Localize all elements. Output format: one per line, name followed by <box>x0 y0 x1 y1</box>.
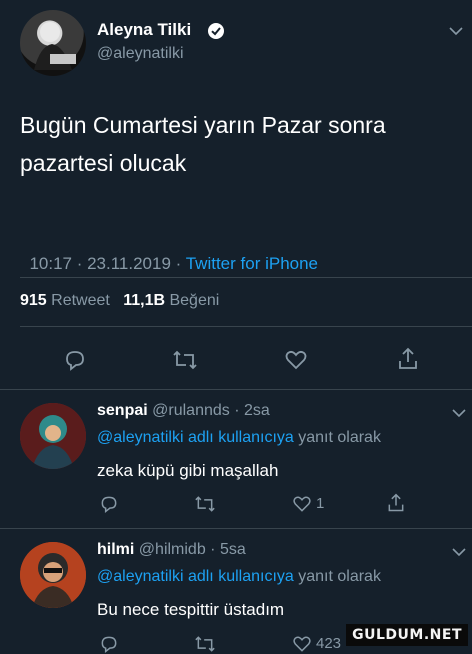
retweet-icon[interactable] <box>194 634 216 654</box>
site-watermark: GULDUM.NET <box>346 624 468 646</box>
reply-like-count[interactable]: 1 <box>316 495 324 512</box>
reply-to-mention[interactable]: @aleynatilki adlı kullanıcıya <box>97 568 294 585</box>
reply-text: Bu nece tespittir üstadım <box>97 600 285 619</box>
author-display-name[interactable]: Aleyna Tilki <box>97 20 191 40</box>
reply-icon[interactable] <box>63 348 87 372</box>
reply-icon[interactable] <box>99 494 119 514</box>
reply-to-suffix: yanıt olarak <box>298 568 381 585</box>
tweet-timestamp-row: 10:17 · 23.11.2019 · Twitter for iPhone <box>20 234 318 274</box>
reply-icon[interactable] <box>99 634 119 654</box>
reply-meta[interactable]: @hilmidb · 5sa <box>139 541 246 558</box>
tweet-timestamp[interactable]: 10:17 · 23.11.2019 · <box>29 254 185 273</box>
reply-display-name[interactable]: senpai <box>97 402 148 419</box>
tweet-text-line-2: pazartesi olucak <box>20 150 187 176</box>
author-handle[interactable]: @aleynatilki <box>97 45 184 63</box>
share-icon[interactable] <box>386 492 406 514</box>
retweet-icon[interactable] <box>194 494 216 514</box>
retweet-icon[interactable] <box>172 348 198 372</box>
retweet-count[interactable]: 915 <box>20 292 47 309</box>
like-icon[interactable] <box>284 348 308 372</box>
chevron-down-icon[interactable] <box>449 26 463 36</box>
divider <box>0 528 472 529</box>
like-label[interactable]: Beğeni <box>169 292 219 309</box>
chevron-down-icon[interactable] <box>452 547 466 557</box>
like-icon[interactable] <box>292 494 312 514</box>
reply-to-line: @aleynatilki adlı kullanıcıya yanıt olar… <box>97 568 381 586</box>
reply-header: hilmi @hilmidb · 5sa <box>97 541 246 559</box>
tweet-source-link[interactable]: Twitter for iPhone <box>186 254 318 273</box>
chevron-down-icon[interactable] <box>452 408 466 418</box>
like-count[interactable]: 11,1B <box>123 292 165 309</box>
divider <box>20 277 472 278</box>
reply-to-line: @aleynatilki adlı kullanıcıya yanıt olar… <box>97 429 381 447</box>
retweet-label[interactable]: Retweet <box>51 292 110 309</box>
reply-like-count[interactable]: 423 <box>316 635 341 652</box>
share-icon[interactable] <box>396 346 420 372</box>
reply-text: zeka küpü gibi maşallah <box>97 461 279 480</box>
author-avatar[interactable] <box>20 10 86 76</box>
tweet-text-line-1: Bugün Cumartesi yarın Pazar sonra <box>20 112 386 138</box>
divider <box>20 326 472 327</box>
reply-to-suffix: yanıt olarak <box>298 429 381 446</box>
engagement-stats: 915 Retweet 11,1B Beğeni <box>20 292 219 310</box>
divider <box>0 389 472 390</box>
reply-display-name[interactable]: hilmi <box>97 541 134 558</box>
reply-header: senpai @rulannds · 2sa <box>97 402 270 420</box>
reply-to-mention[interactable]: @aleynatilki adlı kullanıcıya <box>97 429 294 446</box>
like-icon[interactable] <box>292 634 312 654</box>
reply-avatar[interactable] <box>20 403 86 469</box>
verified-badge-icon <box>207 22 225 40</box>
reply-avatar[interactable] <box>20 542 86 608</box>
reply-meta[interactable]: @rulannds · 2sa <box>152 402 270 419</box>
